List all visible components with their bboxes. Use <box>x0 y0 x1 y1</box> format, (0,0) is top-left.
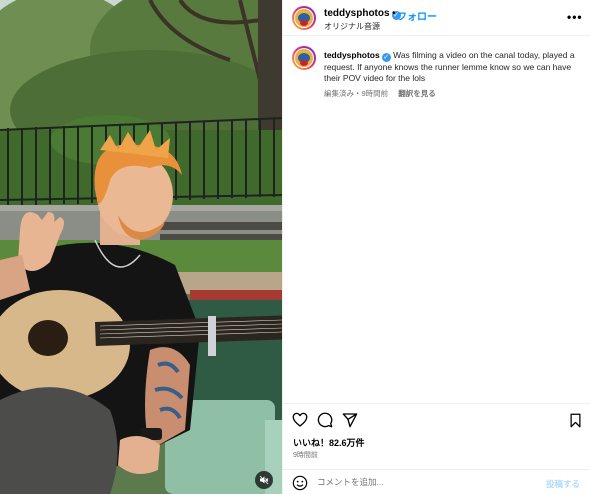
post-photo <box>0 0 282 494</box>
save-button[interactable] <box>566 411 584 429</box>
avatar[interactable] <box>292 46 316 70</box>
verified-badge-icon: ✓ <box>381 53 391 62</box>
caption-time[interactable]: 9時間前 <box>362 89 389 98</box>
heart-icon <box>292 412 308 427</box>
post-time[interactable]: 9時間前 <box>293 450 318 460</box>
caption-text: teddysphotos ✓ Was filming a video on the… <box>324 50 582 84</box>
mute-button[interactable] <box>255 471 273 489</box>
action-bar <box>283 403 590 439</box>
meta-separator: ・ <box>354 89 362 98</box>
post-header: teddysphotos ✓ • フォロー オリジナル音源 ••• <box>283 0 590 36</box>
emoji-icon <box>292 475 308 491</box>
post-comment-button[interactable]: 投稿する <box>546 478 580 490</box>
comment-button[interactable] <box>316 411 334 429</box>
speaker-muted-icon <box>259 475 269 485</box>
send-icon <box>342 413 358 428</box>
caption-username[interactable]: teddysphotos <box>324 50 380 60</box>
username-text[interactable]: teddysphotos <box>324 8 390 19</box>
comment-input[interactable] <box>317 474 537 490</box>
post-side-panel: teddysphotos ✓ • フォロー オリジナル音源 ••• teddysp… <box>282 0 590 494</box>
follow-button[interactable]: フォロー <box>397 8 437 23</box>
header-username[interactable]: teddysphotos ✓ <box>324 8 401 20</box>
like-count[interactable]: いいね！82.6万件 <box>293 436 365 449</box>
avatar[interactable] <box>292 6 316 30</box>
emoji-button[interactable] <box>292 475 308 491</box>
comment-icon <box>317 412 333 428</box>
share-button[interactable] <box>341 411 359 429</box>
header-separator: • <box>392 8 396 19</box>
like-button[interactable] <box>291 411 309 429</box>
edited-label: 編集済み <box>324 89 354 98</box>
caption-meta: 編集済み・9時間前 翻訳を見る <box>324 88 436 99</box>
comment-bar: 投稿する <box>283 469 590 494</box>
post-media[interactable] <box>0 0 282 494</box>
original-audio-link[interactable]: オリジナル音源 <box>324 21 380 32</box>
translate-link[interactable]: 翻訳を見る <box>398 89 436 98</box>
bookmark-icon <box>570 413 580 427</box>
more-options-icon[interactable]: ••• <box>567 10 583 24</box>
